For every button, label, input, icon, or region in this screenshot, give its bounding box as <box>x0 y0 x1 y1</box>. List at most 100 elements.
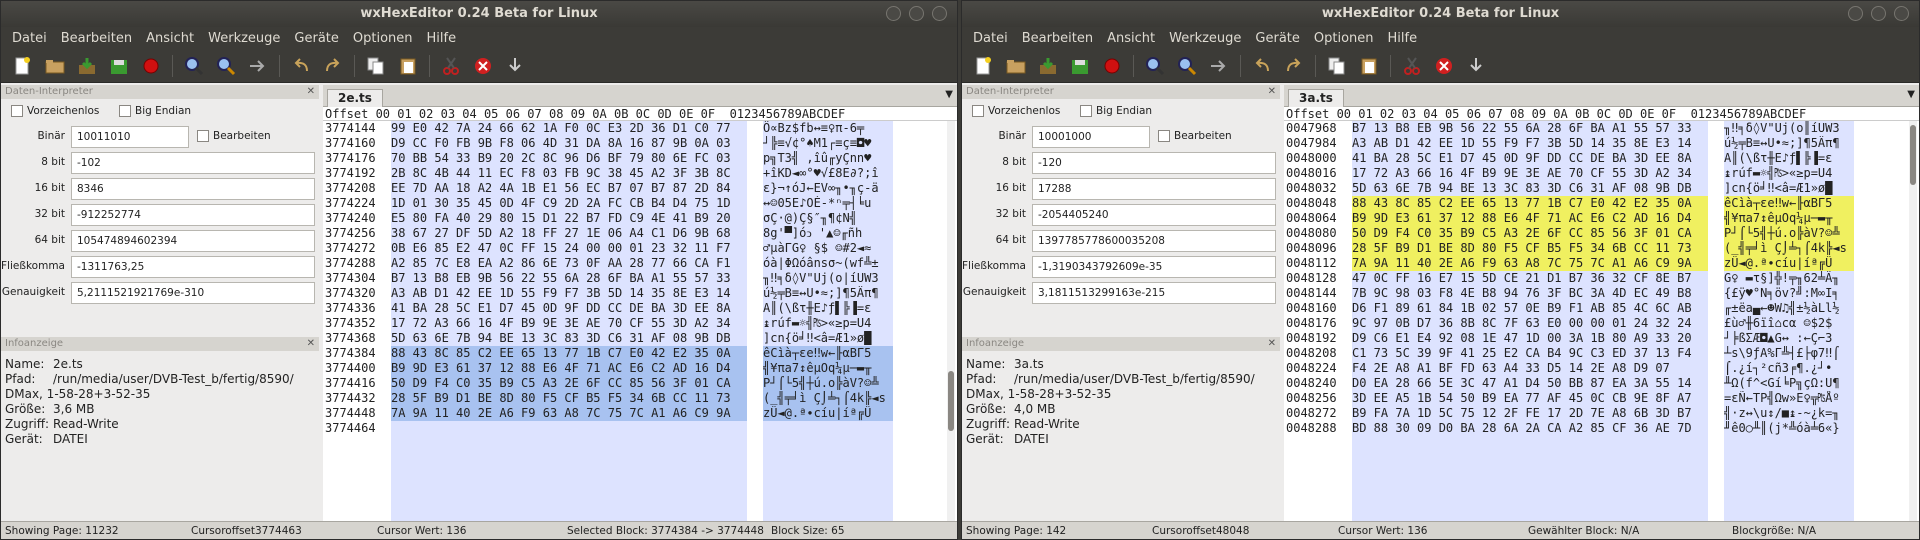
text-row[interactable]: P┘⌠└5╣┼ú.o╠àV?☺╩ <box>763 376 893 391</box>
cut-icon[interactable] <box>1398 52 1426 80</box>
double-field[interactable]: 3,1811513299163e-215 <box>1032 282 1276 304</box>
text-row[interactable]: zÜ◄@.ª∙cíu|íª╔Ü <box>1724 256 1854 271</box>
text-row[interactable]: ╣¥πa7↕êµOq¼µ─▬╥ <box>763 361 893 376</box>
close-file-icon[interactable] <box>137 52 165 80</box>
hex-row[interactable]: EE 7D AA 18 A2 4A 1B E1 56 EC B7 07 B7 8… <box>391 181 747 196</box>
hex-row[interactable]: F4 2E A8 A1 BF FD 63 A4 33 D5 14 2E A8 D… <box>1352 361 1708 376</box>
text-row[interactable]: +îKD◄∞°♥√£8E∂?;î <box>763 166 893 181</box>
text-row[interactable]: ε}¬↑óJ←EV∞╖•╖ç-ä <box>763 181 893 196</box>
vertical-scrollbar[interactable] <box>947 121 955 521</box>
text-row[interactable]: ╣·z↔\u↕/■↨-~¿k=╖ <box>1724 406 1854 421</box>
copy-icon[interactable] <box>1323 52 1351 80</box>
hex-row[interactable]: 28 5F B9 D1 BE 8D 80 F5 CF B5 F5 34 6B C… <box>1352 241 1708 256</box>
minimize-button[interactable] <box>886 6 901 21</box>
float-field[interactable]: -1,3190343792609e-35 <box>1032 256 1276 278</box>
redo-icon[interactable] <box>1280 52 1308 80</box>
replace-icon[interactable] <box>1173 52 1201 80</box>
text-row[interactable]: êCìà┬εe‼w←╟αBΓ5 <box>1724 196 1854 211</box>
hex-row[interactable]: B7 13 B8 EB 9B 56 22 55 6A 28 6F BA A1 5… <box>391 271 747 286</box>
file-tab[interactable]: 2e.ts <box>327 89 383 107</box>
text-row[interactable]: ╜ê0○╨║(j*╩óà╧6«} <box>1724 421 1854 436</box>
menu-datei[interactable]: Datei <box>966 31 1015 46</box>
cut-icon[interactable] <box>437 52 465 80</box>
double-field[interactable]: 5,2111521921769e-310 <box>71 282 315 304</box>
text-row[interactable]: ╣¥πa7↕êµOq¼µ─▬╥ <box>1724 211 1854 226</box>
text-row[interactable]: 8g'▀]óↄ '▲☺╓ñh <box>763 226 893 241</box>
hex-row[interactable]: 7A 9A 11 40 2E A6 F9 63 A8 7C 75 7C A1 A… <box>1352 256 1708 271</box>
text-row[interactable]: p╗T3╣ ,îû╓yÇnn♥ <box>763 151 893 166</box>
menu-werkzeuge[interactable]: Werkzeuge <box>1162 31 1248 46</box>
hex-row[interactable]: 50 D9 F4 C0 35 B9 C5 A3 2E 6F CC 85 56 3… <box>1352 226 1708 241</box>
text-row[interactable]: A║(\ßτ╫E♪ƒ▌╠▐=ε <box>1724 151 1854 166</box>
hex-row[interactable]: D6 F1 89 61 84 1B 02 57 0E B9 F1 AB 85 4… <box>1352 301 1708 316</box>
vertical-scrollbar[interactable] <box>1909 121 1917 521</box>
hex-row[interactable]: 0B E6 85 E2 47 0C FF 15 24 00 00 01 23 3… <box>391 241 747 256</box>
bigendian-checkbox[interactable]: Big Endian <box>1080 105 1152 117</box>
16bit-field[interactable]: 8346 <box>71 178 315 200</box>
replace-icon[interactable] <box>212 52 240 80</box>
hex-column[interactable]: 99 E0 42 7A 24 66 62 1A F0 0C E3 2D 36 D… <box>391 121 747 521</box>
tab-menu-icon[interactable]: ▼ <box>945 89 953 100</box>
hex-row[interactable]: 1D 01 30 35 45 0D 4F C9 2D 2A FC CB B4 D… <box>391 196 747 211</box>
delete-icon[interactable] <box>469 52 497 80</box>
text-row[interactable]: ┘╠≡√¢°♠M1┌≡ç≡◘♥ <box>763 136 893 151</box>
menu-bearbeiten[interactable]: Bearbeiten <box>1015 31 1100 46</box>
hex-row[interactable]: 28 5F B9 D1 BE 8D 80 F5 CF B5 F5 34 6B C… <box>391 391 747 406</box>
scroll-thumb[interactable] <box>1910 125 1916 185</box>
text-row[interactable]: ]cn{ö╛‼<â=Æ1»ø█ <box>1724 181 1854 196</box>
hex-row[interactable]: 7A 9A 11 40 2E A6 F9 63 A8 7C 75 7C A1 A… <box>391 406 747 421</box>
hex-row[interactable]: 88 43 8C 85 C2 EE 65 13 77 1B C7 E0 42 E… <box>391 346 747 361</box>
menu-optionen[interactable]: Optionen <box>1307 31 1381 46</box>
menu-ansicht[interactable]: Ansicht <box>139 31 201 46</box>
hex-column[interactable]: B7 13 B8 EB 9B 56 22 55 6A 28 6F BA A1 5… <box>1352 121 1708 521</box>
text-row[interactable]: ú½╤B≡↔U•≈;]¶5Äπ¶ <box>1724 136 1854 151</box>
open-folder-icon[interactable] <box>41 52 69 80</box>
float-field[interactable]: -1311763,25 <box>71 256 315 278</box>
text-row[interactable]: Ö∝Bz$fb↔≡♀π-6╤ <box>763 121 893 136</box>
close-panel-icon[interactable]: ✕ <box>1268 337 1276 351</box>
text-row[interactable]: ╖‼╕δ◊V"Uj(o|íUW3 <box>763 271 893 286</box>
binary-field[interactable]: 10001000 <box>1032 126 1150 148</box>
redo-icon[interactable] <box>319 52 347 80</box>
close-panel-icon[interactable]: ✕ <box>307 85 315 99</box>
hex-row[interactable]: A3 AB D1 42 EE 1D 55 F9 F7 3B 5D 14 35 8… <box>391 286 747 301</box>
8bit-field[interactable]: -120 <box>1032 152 1276 174</box>
text-row[interactable]: A║(\ßτ╫E♪ƒ▌╠▐=ε <box>763 301 893 316</box>
text-row[interactable] <box>763 421 893 436</box>
hex-row[interactable] <box>391 421 747 436</box>
text-column[interactable]: ╖‼╕δ◊V"Uj(o║íUW3 ú½╤B≡↔U•≈;]¶5Äπ¶ A║(\ßτ╫E… <box>1724 121 1854 521</box>
undo-icon[interactable] <box>1248 52 1276 80</box>
close-panel-icon[interactable]: ✕ <box>1268 85 1276 99</box>
insert-icon[interactable] <box>501 52 529 80</box>
save-as-icon[interactable] <box>1066 52 1094 80</box>
64bit-field[interactable]: 1397785778600035208 <box>1032 230 1276 252</box>
tab-menu-icon[interactable]: ▼ <box>1907 89 1915 100</box>
hex-row[interactable]: 99 E0 42 7A 24 66 62 1A F0 0C E3 2D 36 D… <box>391 121 747 136</box>
hex-row[interactable]: 5D 63 6E 7B 94 BE 13 3C 83 3D C6 31 AF 0… <box>391 331 747 346</box>
text-row[interactable]: (_╣╤╛ì Ç⌡╧┐⌠4k╠◄s <box>763 391 893 406</box>
hex-row[interactable]: C1 73 5C 39 9F 41 25 E2 CA B4 9C C3 ED 3… <box>1352 346 1708 361</box>
hex-row[interactable]: 17 72 A3 66 16 4F B9 9E 3E AE 70 CF 55 3… <box>1352 166 1708 181</box>
insert-icon[interactable] <box>1462 52 1490 80</box>
text-row[interactable]: ⌠.¿í┐²cñ3╒¶.¿┘• <box>1724 361 1854 376</box>
text-row[interactable]: ]cn{ö╛‼<â=Æ1»ø█ <box>763 331 893 346</box>
binary-field[interactable]: 10011010 <box>71 126 189 148</box>
text-row[interactable]: =εÑ←TP╣Ωw»E♀╦₧Åº <box>1724 391 1854 406</box>
text-row[interactable]: óà|ΦΩóânsσ~(wf╩± <box>763 256 893 271</box>
text-column[interactable]: Ö∝Bz$fb↔≡♀π-6╤ ┘╠≡√¢°♠M1┌≡ç≡◘♥ p╗T3╣ ,îû╓y… <box>763 121 893 521</box>
scroll-thumb[interactable] <box>948 371 954 431</box>
hex-row[interactable]: A3 AB D1 42 EE 1D 55 F9 F7 3B 5D 14 35 8… <box>1352 136 1708 151</box>
edit-checkbox[interactable]: Bearbeiten <box>1158 130 1232 142</box>
text-row[interactable]: ↨rúf▬☼╣₧>«≥p=U4 <box>1724 166 1854 181</box>
hex-row[interactable]: 38 67 27 DF 5D A2 18 FF 27 1E 06 A4 C1 D… <box>391 226 747 241</box>
goto-icon[interactable] <box>1205 52 1233 80</box>
new-file-icon[interactable] <box>9 52 37 80</box>
delete-icon[interactable] <box>1430 52 1458 80</box>
text-row[interactable]: ╓±ëa▄←☻W♫╣±½àLl½ <box>1724 301 1854 316</box>
save-as-icon[interactable] <box>105 52 133 80</box>
menu-werkzeuge[interactable]: Werkzeuge <box>201 31 287 46</box>
16bit-field[interactable]: 17288 <box>1032 178 1276 200</box>
text-row[interactable]: P┘⌠└5╣┼ú.o╠àV?☺╩ <box>1724 226 1854 241</box>
hex-row[interactable]: D9 CC F0 FB 9B F8 06 4D 31 DA 8A 16 87 9… <box>391 136 747 151</box>
save-icon[interactable] <box>73 52 101 80</box>
